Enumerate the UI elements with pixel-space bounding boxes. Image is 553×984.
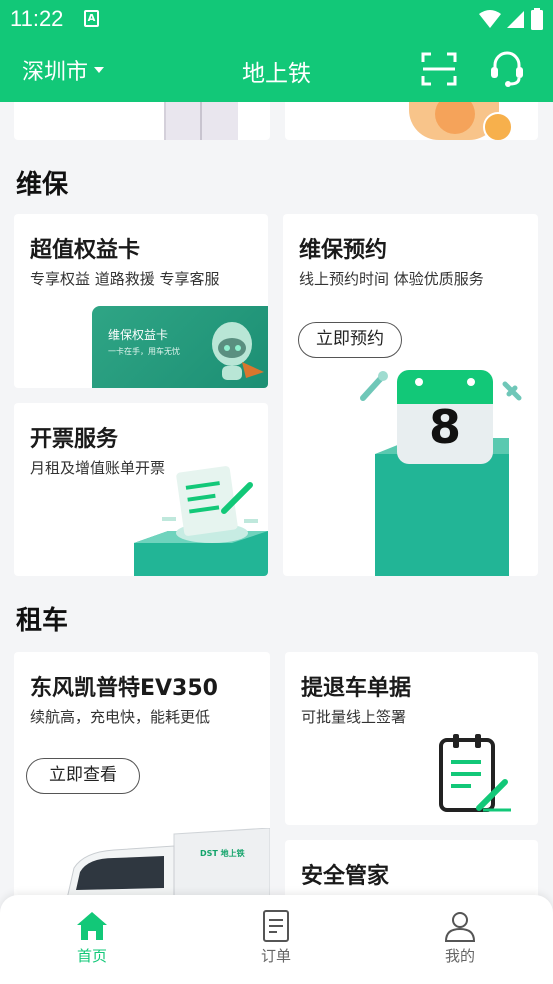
- top-card-right[interactable]: [285, 102, 538, 140]
- user-icon: [444, 912, 476, 942]
- card-vehicle[interactable]: 东风凯普特EV350 续航高，充电快，能耗更低 立即查看 DST 地上铁: [14, 652, 270, 912]
- signal-icon: [507, 11, 524, 28]
- yen-coin-icon: [483, 112, 513, 140]
- card-vehicle-subtitle: 续航高，充电快，能耗更低: [30, 708, 211, 726]
- tab-orders[interactable]: 订单: [236, 909, 316, 966]
- card-booking[interactable]: 维保预约 线上预约时间 体验优质服务 立即预约 8: [283, 214, 538, 576]
- tab-orders-label: 订单: [260, 947, 291, 965]
- calendar-illustration: [360, 370, 522, 576]
- status-indicators: [479, 8, 543, 30]
- section-title-maintenance: 维保: [16, 170, 69, 200]
- section-title-rental: 租车: [16, 606, 69, 636]
- status-time: 11:22: [10, 6, 64, 31]
- wifi-icon: [479, 10, 501, 28]
- top-card-left[interactable]: [14, 102, 270, 140]
- calendar-number: 8: [428, 400, 461, 454]
- status-bar: 11:22 A: [0, 0, 553, 38]
- product-image-seam: [200, 102, 202, 140]
- scan-icon[interactable]: [421, 52, 457, 86]
- card-return-documents[interactable]: 提退车单据 可批量线上签署: [285, 652, 538, 825]
- card-invoice[interactable]: 开票服务 月租及增值账单开票: [14, 403, 268, 576]
- view-now-button[interactable]: 立即查看: [26, 758, 140, 794]
- card-invoice-title: 开票服务: [30, 427, 119, 452]
- tab-home[interactable]: 首页: [52, 909, 132, 966]
- tab-mine-label: 我的: [444, 947, 475, 965]
- mascot-icon: [212, 322, 264, 380]
- tab-mine[interactable]: 我的: [420, 909, 500, 966]
- card-benefit-subtitle: 专享权益 道路救援 专享客服: [30, 270, 220, 288]
- card-booking-subtitle: 线上预约时间 体验优质服务: [299, 270, 484, 288]
- battery-icon: [531, 8, 543, 30]
- document-sign-icon: [439, 734, 511, 812]
- caret-down-icon: [94, 67, 105, 73]
- card-return-subtitle: 可批量线上签署: [301, 708, 407, 726]
- home-icon: [77, 912, 107, 940]
- card-benefit[interactable]: 超值权益卡 专享权益 道路救援 专享客服 维保权益卡 一卡在手，用车无忧: [14, 214, 268, 388]
- app-notification-icon: A: [84, 10, 99, 27]
- benefit-art-title: 维保权益卡: [108, 328, 169, 342]
- app-header: 深圳市 地上铁: [0, 38, 553, 102]
- card-vehicle-title: 东风凯普特EV350: [30, 676, 218, 701]
- book-now-button[interactable]: 立即预约: [298, 322, 402, 358]
- tab-home-label: 首页: [76, 947, 107, 965]
- card-safety-title: 安全管家: [301, 864, 390, 889]
- invoice-illustration: [134, 466, 268, 576]
- card-benefit-title: 超值权益卡: [30, 238, 141, 263]
- card-booking-title: 维保预约: [299, 238, 388, 263]
- benefit-art-subtitle: 一卡在手，用车无忧: [108, 347, 180, 356]
- city-selector[interactable]: 深圳市: [22, 54, 105, 86]
- customer-service-icon[interactable]: [489, 50, 525, 88]
- bottom-tab-bar: 首页 订单 我的: [0, 895, 553, 984]
- benefit-card-art: 维保权益卡 一卡在手，用车无忧: [92, 306, 268, 388]
- card-return-title: 提退车单据: [301, 676, 412, 701]
- city-label: 深圳市: [22, 60, 89, 85]
- order-icon: [263, 910, 289, 942]
- truck-brand-label: DST 地上铁: [200, 849, 245, 858]
